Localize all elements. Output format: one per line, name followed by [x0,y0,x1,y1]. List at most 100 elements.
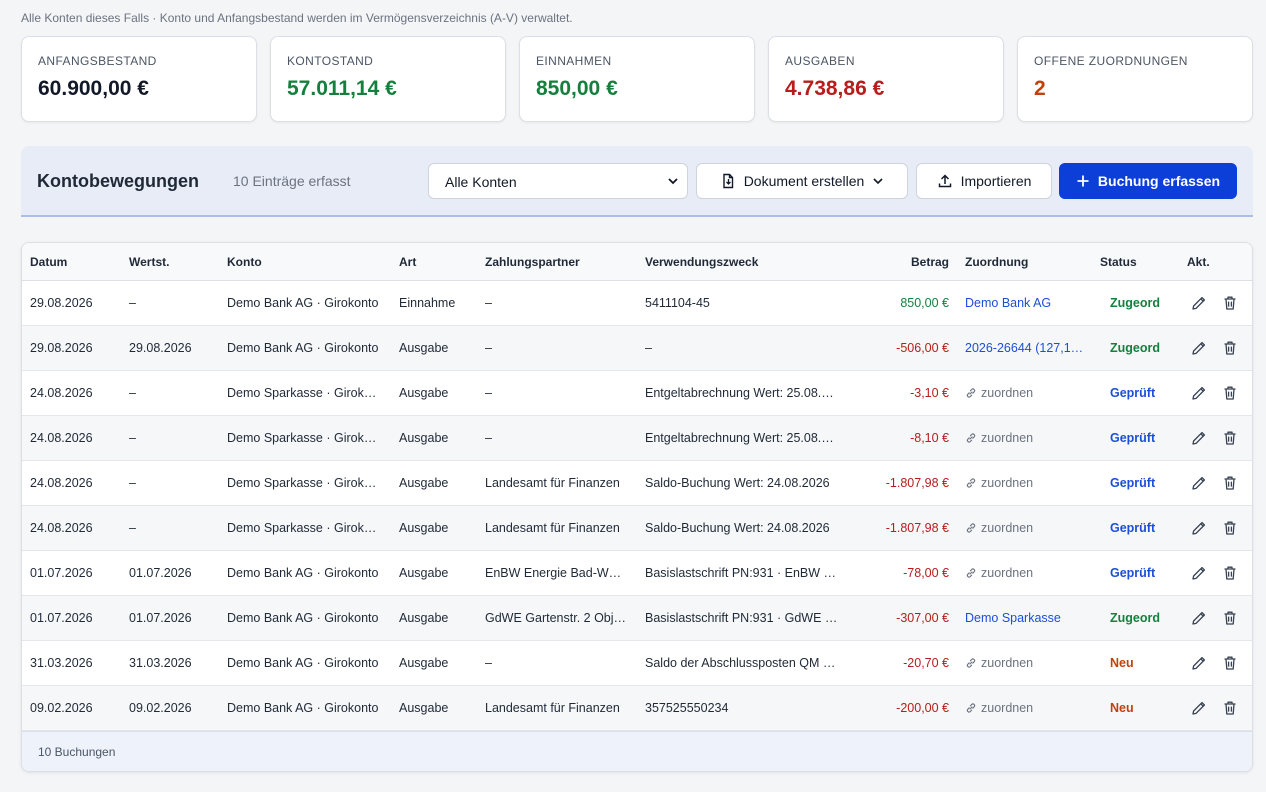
import-button[interactable]: Importieren [916,163,1052,199]
add-booking-button[interactable]: Buchung erfassen [1059,163,1237,199]
header-datum[interactable]: Datum [30,255,67,269]
cell-zahlungspartner: EnBW Energie Bad-Württemberg [485,566,628,580]
zuordnung-link[interactable]: Demo Sparkasse [965,611,1085,625]
cell-art: Ausgabe [399,656,449,670]
table-row[interactable]: 01.07.2026 01.07.2026 Demo Bank AG · Girok… [22,596,1252,641]
cell-zahlungspartner: – [485,296,492,310]
cell-betrag: -200,00 € [896,701,949,715]
cell-art: Ausgabe [399,701,449,715]
cell-betrag: -1.807,98 € [885,521,949,535]
edit-icon[interactable] [1190,519,1208,537]
delete-icon[interactable] [1221,609,1239,627]
table-row[interactable]: 31.03.2026 31.03.2026 Demo Bank AG · Girok… [22,641,1252,686]
delete-icon[interactable] [1221,339,1239,357]
table-row[interactable]: 24.08.2026 – Demo Sparkasse · Girokonto Aus… [22,506,1252,551]
cell-datum: 29.08.2026 [30,296,93,310]
cell-zahlungspartner: – [485,386,492,400]
cell-datum: 24.08.2026 [30,386,93,400]
zuordnung-link[interactable]: Demo Bank AG [965,296,1085,310]
header-zahlungspartner[interactable]: Zahlungspartner [485,255,580,269]
edit-icon[interactable] [1190,429,1208,447]
cell-datum: 01.07.2026 [30,611,93,625]
header-art[interactable]: Art [399,255,416,269]
assign-action[interactable]: zuordnen [965,701,1085,715]
table-row[interactable]: 29.08.2026 – Demo Bank AG · Girokonto Einna… [22,281,1252,326]
delete-icon[interactable] [1221,384,1239,402]
card-label: ANFANGSBESTAND [38,54,157,68]
header-aktionen: Akt. [1187,255,1210,269]
table-row[interactable]: 01.07.2026 01.07.2026 Demo Bank AG · Girok… [22,551,1252,596]
status-badge: Geprüft [1110,521,1156,535]
assign-action-label: zuordnen [981,701,1034,715]
document-icon [722,173,733,189]
chevron-down-icon [668,178,678,185]
entry-count: 10 Einträge erfasst [233,173,351,189]
assign-action-label: zuordnen [981,476,1034,490]
assign-action[interactable]: zuordnen [965,566,1085,580]
cell-verwendungszweck: Saldo der Abschlussposten QM 2026 [645,656,838,670]
assign-action[interactable]: zuordnen [965,431,1085,445]
card-value: 850,00 € [536,77,618,100]
cell-wertstellung: – [129,521,136,535]
edit-icon[interactable] [1190,339,1208,357]
edit-icon[interactable] [1190,474,1208,492]
edit-icon[interactable] [1190,609,1208,627]
header-wertstellung[interactable]: Wertst. [129,255,169,269]
card-anfangsbestand: ANFANGSBESTAND 60.900,00 € [21,36,257,122]
cell-betrag: -8,10 € [910,431,949,445]
delete-icon[interactable] [1221,429,1239,447]
table-row[interactable]: 24.08.2026 – Demo Sparkasse · Girokonto Aus… [22,461,1252,506]
zuordnung-link[interactable]: 2026-26644 (127,15 €) [965,341,1085,355]
header-konto[interactable]: Konto [227,255,262,269]
cell-datum: 01.07.2026 [30,566,93,580]
create-document-label: Dokument erstellen [743,173,865,189]
account-select-value: Alle Konten [445,174,517,190]
cell-verwendungszweck: 357525550234 [645,701,729,715]
assign-action[interactable]: zuordnen [965,476,1085,490]
assign-action[interactable]: zuordnen [965,521,1085,535]
intro-text: Alle Konten dieses Falls · Konto und Anf… [21,11,573,25]
link-icon [965,702,977,714]
table-row[interactable]: 24.08.2026 – Demo Sparkasse · Girokonto Aus… [22,416,1252,461]
assign-action-label: zuordnen [981,566,1034,580]
delete-icon[interactable] [1221,519,1239,537]
card-value: 2 [1034,77,1046,100]
cell-wertstellung: – [129,296,136,310]
table-footer: 10 Buchungen [22,731,1252,771]
table-row[interactable]: 24.08.2026 – Demo Sparkasse · Girokonto Aus… [22,371,1252,416]
cell-konto: Demo Bank AG · Girokonto [227,656,379,670]
status-badge: Neu [1110,701,1134,715]
header-verwendungszweck[interactable]: Verwendungszweck [645,255,758,269]
edit-icon[interactable] [1190,294,1208,312]
edit-icon[interactable] [1190,384,1208,402]
edit-icon[interactable] [1190,654,1208,672]
cell-wertstellung: – [129,476,136,490]
cell-konto: Demo Bank AG · Girokonto [227,341,379,355]
delete-icon[interactable] [1221,699,1239,717]
delete-icon[interactable] [1221,294,1239,312]
header-betrag[interactable]: Betrag [862,255,949,269]
cell-konto: Demo Sparkasse · Girokonto [227,521,383,535]
cell-zahlungspartner: Landesamt für Finanzen [485,701,620,715]
import-label: Importieren [960,173,1032,189]
delete-icon[interactable] [1221,474,1239,492]
assign-action[interactable]: zuordnen [965,656,1085,670]
table-row[interactable]: 29.08.2026 29.08.2026 Demo Bank AG · Girok… [22,326,1252,371]
edit-icon[interactable] [1190,699,1208,717]
assign-action[interactable]: zuordnen [965,386,1085,400]
delete-icon[interactable] [1221,564,1239,582]
delete-icon[interactable] [1221,654,1239,672]
edit-icon[interactable] [1190,564,1208,582]
create-document-button[interactable]: Dokument erstellen [696,163,908,199]
cell-konto: Demo Bank AG · Girokonto [227,611,379,625]
transactions-table: Datum Wertst. Konto Art Zahlungspartner … [21,242,1253,772]
cell-betrag: -78,00 € [903,566,949,580]
account-select[interactable]: Alle Konten [428,163,688,199]
header-status[interactable]: Status [1100,255,1137,269]
card-label: EINNAHMEN [536,54,612,68]
card-label: AUSGABEN [785,54,855,68]
table-row[interactable]: 09.02.2026 09.02.2026 Demo Bank AG · Girok… [22,686,1252,731]
cell-datum: 24.08.2026 [30,431,93,445]
header-zuordnung[interactable]: Zuordnung [965,255,1028,269]
cell-art: Ausgabe [399,476,449,490]
